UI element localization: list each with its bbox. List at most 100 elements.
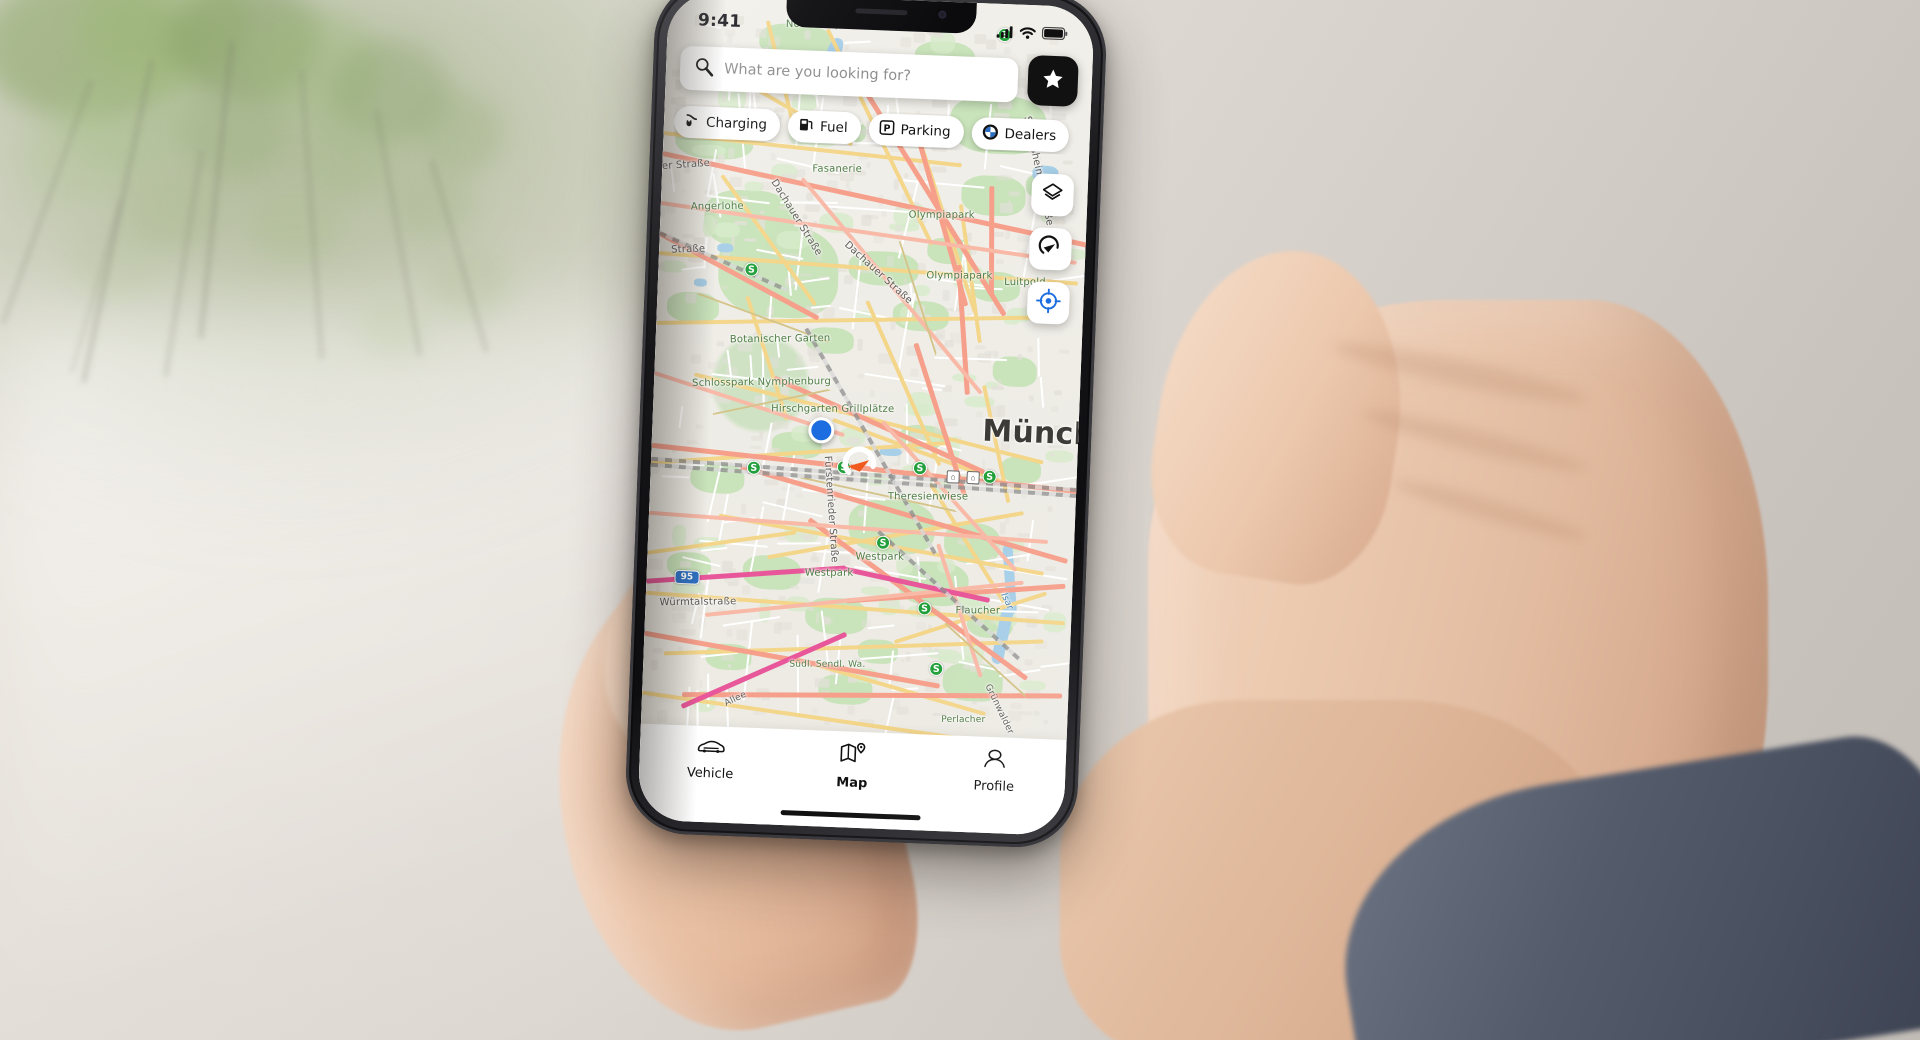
building-block (901, 659, 905, 663)
building-block (805, 205, 820, 213)
battery-icon (1041, 24, 1068, 44)
building-block (721, 655, 735, 661)
building-block (824, 619, 834, 624)
building-block (796, 355, 803, 367)
building-block (999, 203, 1013, 213)
building-block (686, 440, 697, 445)
building-block (896, 706, 909, 715)
building-block (910, 369, 918, 377)
map-layers-button[interactable] (1031, 173, 1075, 217)
building-block (759, 210, 764, 214)
chip-fuel[interactable]: Fuel (787, 110, 861, 145)
star-icon (1040, 66, 1065, 96)
building-block (713, 218, 717, 227)
status-bar-time: 9:41 (698, 10, 742, 32)
building-block (658, 264, 665, 272)
building-block (1054, 390, 1062, 395)
phone-screen[interactable]: SSSSSSSSS⌂⌂95 NordwestparkFasanerieAnger… (637, 0, 1095, 836)
building-block (996, 175, 1012, 181)
building-block (694, 237, 705, 244)
earpiece-speaker (855, 8, 907, 15)
building-block (932, 712, 946, 716)
building-block (680, 561, 691, 567)
building-block (867, 162, 871, 168)
building-block (975, 345, 986, 349)
building-block (727, 629, 733, 637)
building-block (653, 648, 663, 653)
building-block (722, 91, 727, 102)
building-block (777, 621, 793, 630)
building-block (682, 233, 695, 238)
parking-p-icon: P (878, 119, 895, 140)
building-block (1028, 395, 1033, 401)
building-block (738, 341, 753, 352)
poi-marker[interactable]: ⌂ (966, 471, 979, 484)
building-block (684, 161, 691, 173)
bmw-roundel-icon (981, 123, 999, 145)
building-block (742, 585, 750, 595)
road (989, 186, 994, 296)
favorites-button[interactable] (1027, 55, 1079, 107)
building-block (838, 555, 851, 566)
building-block (858, 339, 863, 351)
building-block (997, 704, 1001, 709)
building-block (708, 362, 722, 369)
building-block (1060, 219, 1067, 224)
chip-parking[interactable]: P Parking (868, 113, 964, 149)
building-block (671, 604, 685, 611)
building-block (661, 518, 664, 521)
tab-map[interactable]: Map (781, 739, 925, 793)
water-body (717, 243, 733, 253)
wifi-icon (1019, 23, 1036, 43)
building-block (1045, 566, 1057, 572)
chip-label: Parking (900, 122, 951, 140)
home-indicator[interactable] (781, 810, 921, 820)
map-compass-button[interactable] (1029, 227, 1073, 271)
compass-arrow-icon (1037, 233, 1064, 265)
building-block (1033, 711, 1039, 716)
map-locate-button[interactable] (1027, 281, 1071, 325)
building-block (691, 354, 701, 363)
chip-dealers[interactable]: Dealers (971, 117, 1070, 153)
building-block (771, 153, 777, 160)
building-block (751, 436, 763, 441)
tab-label: Map (836, 775, 868, 791)
layers-icon (1040, 180, 1065, 210)
front-camera (938, 10, 946, 18)
building-block (1017, 354, 1022, 360)
chip-label: Charging (706, 115, 768, 133)
building-block (699, 680, 703, 688)
building-block (932, 166, 947, 173)
tab-label: Vehicle (687, 765, 734, 782)
tab-profile[interactable]: Profile (923, 744, 1067, 796)
building-block (1051, 406, 1058, 412)
building-block (775, 420, 789, 429)
building-block (1063, 160, 1073, 165)
search-input[interactable]: What are you looking for? (724, 61, 911, 84)
building-block (685, 293, 696, 304)
photo-scene: SSSSSSSSS⌂⌂95 NordwestparkFasanerieAnger… (0, 0, 1920, 1040)
building-block (736, 629, 747, 640)
building-block (751, 445, 762, 449)
building-block (799, 578, 814, 585)
tab-vehicle[interactable]: Vehicle (639, 734, 783, 784)
locate-crosshair-icon (1035, 287, 1062, 319)
fuel-pump-icon (798, 116, 815, 137)
smartphone: SSSSSSSSS⌂⌂95 NordwestparkFasanerieAnger… (624, 0, 1108, 849)
bottom-tab-bar[interactable]: Vehicle Map Profile (637, 724, 1066, 836)
building-block (843, 96, 857, 106)
building-block (840, 173, 854, 181)
building-block (996, 259, 1004, 264)
building-block (887, 256, 894, 267)
building-block (1007, 711, 1022, 721)
building-block (680, 629, 695, 636)
building-block (813, 552, 817, 561)
building-block (779, 205, 789, 210)
poi-marker[interactable]: ⌂ (946, 470, 959, 483)
building-block (1023, 418, 1026, 427)
building-block (672, 613, 686, 624)
user-heading-arrow[interactable] (838, 440, 886, 488)
chip-charging[interactable]: Charging (673, 105, 780, 141)
building-block (823, 307, 836, 318)
building-block (764, 479, 779, 485)
